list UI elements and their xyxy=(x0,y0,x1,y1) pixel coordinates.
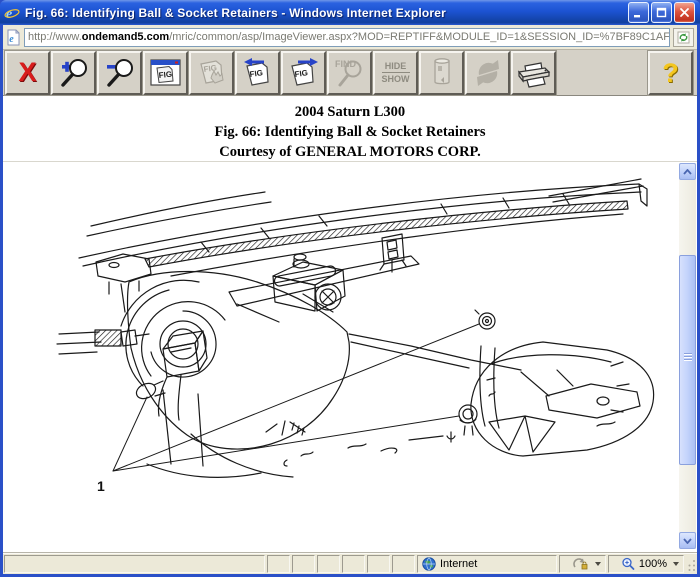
figure-window-icon: FIG xyxy=(148,55,184,91)
security-zone-segment: Internet xyxy=(417,555,557,573)
printer-icon xyxy=(515,55,553,91)
callout-label-1: 1 xyxy=(97,478,105,494)
refresh-button-disabled[interactable] xyxy=(465,51,510,95)
protected-mode-segment[interactable] xyxy=(559,555,606,573)
zoom-segment[interactable]: 100% xyxy=(608,555,684,573)
status-segment-2 xyxy=(292,555,315,573)
next-figure-icon: FIG xyxy=(286,55,322,91)
minimize-icon xyxy=(633,7,644,18)
figure-image-region: 1 xyxy=(3,162,697,551)
hide-show-label: HIDE SHOW xyxy=(382,61,410,84)
close-figure-button[interactable]: X xyxy=(5,51,50,95)
vertical-scrollbar[interactable] xyxy=(679,163,696,549)
page-icon: e xyxy=(6,29,21,46)
resize-grip-dots xyxy=(686,555,696,573)
support-beam xyxy=(79,179,647,276)
go-button[interactable] xyxy=(673,28,694,47)
internet-explorer-icon: e xyxy=(4,5,20,21)
title-bar[interactable]: e Fig. 66: Identifying Ball & Socket Ret… xyxy=(0,0,700,25)
next-figure-button[interactable]: FIG xyxy=(281,51,326,95)
detail-marks xyxy=(266,421,443,466)
status-segment-3 xyxy=(317,555,340,573)
url-prefix: http://www. xyxy=(28,31,82,43)
status-segment-4 xyxy=(342,555,365,573)
maximize-icon xyxy=(656,7,667,18)
minimize-button[interactable] xyxy=(628,2,649,23)
vehicle-title: 2004 Saturn L300 xyxy=(3,102,697,122)
status-segment-6 xyxy=(392,555,415,573)
figure-title: Fig. 66: Identifying Ball & Socket Retai… xyxy=(3,122,697,142)
viewer-toolbar: X FIG xyxy=(3,50,697,96)
figure-hand-icon: FIG xyxy=(194,55,230,91)
svg-text:FIG: FIG xyxy=(158,69,172,79)
wiring-harness xyxy=(57,330,149,354)
svg-text:FIG: FIG xyxy=(294,68,308,79)
status-segment-1 xyxy=(267,555,290,573)
help-button[interactable]: ? xyxy=(648,51,693,95)
scroll-up-button[interactable] xyxy=(679,163,696,180)
help-icon: ? xyxy=(662,60,679,87)
protected-mode-dropdown-caret xyxy=(595,562,601,566)
scrollbar-thumb[interactable] xyxy=(679,255,696,465)
zoom-magnifier-icon xyxy=(621,557,635,571)
retainer-upper xyxy=(475,310,495,329)
left-bracket xyxy=(96,254,151,312)
find-icon: FIND xyxy=(332,55,368,91)
scrollbar-grip xyxy=(684,356,692,357)
svg-text:e: e xyxy=(9,34,14,45)
svg-text:e: e xyxy=(6,7,12,21)
maximize-button[interactable] xyxy=(651,2,672,23)
zoom-out-button[interactable] xyxy=(97,51,142,95)
svg-text:FIG: FIG xyxy=(249,68,263,79)
status-message-segment xyxy=(4,555,265,573)
print-button[interactable] xyxy=(511,51,556,95)
adjuster-mechanism xyxy=(273,254,345,311)
retainer-lower xyxy=(447,405,477,442)
phishing-filter-icon xyxy=(573,558,589,571)
status-bar: Internet 100% xyxy=(3,552,697,574)
close-button[interactable] xyxy=(674,2,695,23)
figure-pan-button-disabled[interactable]: FIG xyxy=(189,51,234,95)
zone-label: Internet xyxy=(440,558,477,570)
previous-figure-icon: FIG xyxy=(240,55,276,91)
retainer-knob xyxy=(134,380,165,401)
hide-show-button[interactable]: HIDE SHOW xyxy=(373,51,418,95)
window-title: Fig. 66: Identifying Ball & Socket Retai… xyxy=(25,6,628,20)
chevron-up-icon xyxy=(683,169,692,175)
figure-viewer-content: 2004 Saturn L300 Fig. 66: Identifying Ba… xyxy=(3,96,697,552)
close-icon xyxy=(679,7,690,18)
export-document-icon xyxy=(424,55,460,91)
figure-courtesy: Courtesy of GENERAL MOTORS CORP. xyxy=(3,142,697,162)
internet-globe-icon xyxy=(422,557,436,571)
zoom-in-icon xyxy=(56,55,92,91)
svg-text:FIG: FIG xyxy=(203,63,217,74)
zoom-in-button[interactable] xyxy=(51,51,96,95)
chevron-down-icon xyxy=(683,538,692,544)
address-bar: e http://www.ondemand5.com/mric/common/a… xyxy=(3,25,697,50)
zoom-level-label: 100% xyxy=(639,558,667,570)
close-figure-icon: X xyxy=(18,59,36,86)
find-button-disabled[interactable]: FIND xyxy=(327,51,372,95)
export-button-disabled[interactable] xyxy=(419,51,464,95)
headlamp-assembly-drawing: 1 xyxy=(51,164,679,509)
url-domain: ondemand5.com xyxy=(82,31,169,43)
scroll-down-button[interactable] xyxy=(679,532,696,549)
status-segment-5 xyxy=(367,555,390,573)
right-assembly xyxy=(349,334,654,456)
figure-headings: 2004 Saturn L300 Fig. 66: Identifying Ba… xyxy=(3,96,697,162)
browser-window: e Fig. 66: Identifying Ball & Socket Ret… xyxy=(0,0,700,577)
refresh-arrows-icon xyxy=(470,55,506,91)
url-input[interactable]: http://www.ondemand5.com/mric/common/asp… xyxy=(24,28,670,47)
go-refresh-icon xyxy=(677,31,690,44)
zoom-out-icon xyxy=(102,55,138,91)
url-path: /mric/common/asp/ImageViewer.aspx?MOD=RE… xyxy=(169,31,670,43)
figure-window-button[interactable]: FIG xyxy=(143,51,188,95)
resize-grip[interactable] xyxy=(686,555,696,573)
zoom-dropdown-caret xyxy=(673,562,679,566)
previous-figure-button[interactable]: FIG xyxy=(235,51,280,95)
